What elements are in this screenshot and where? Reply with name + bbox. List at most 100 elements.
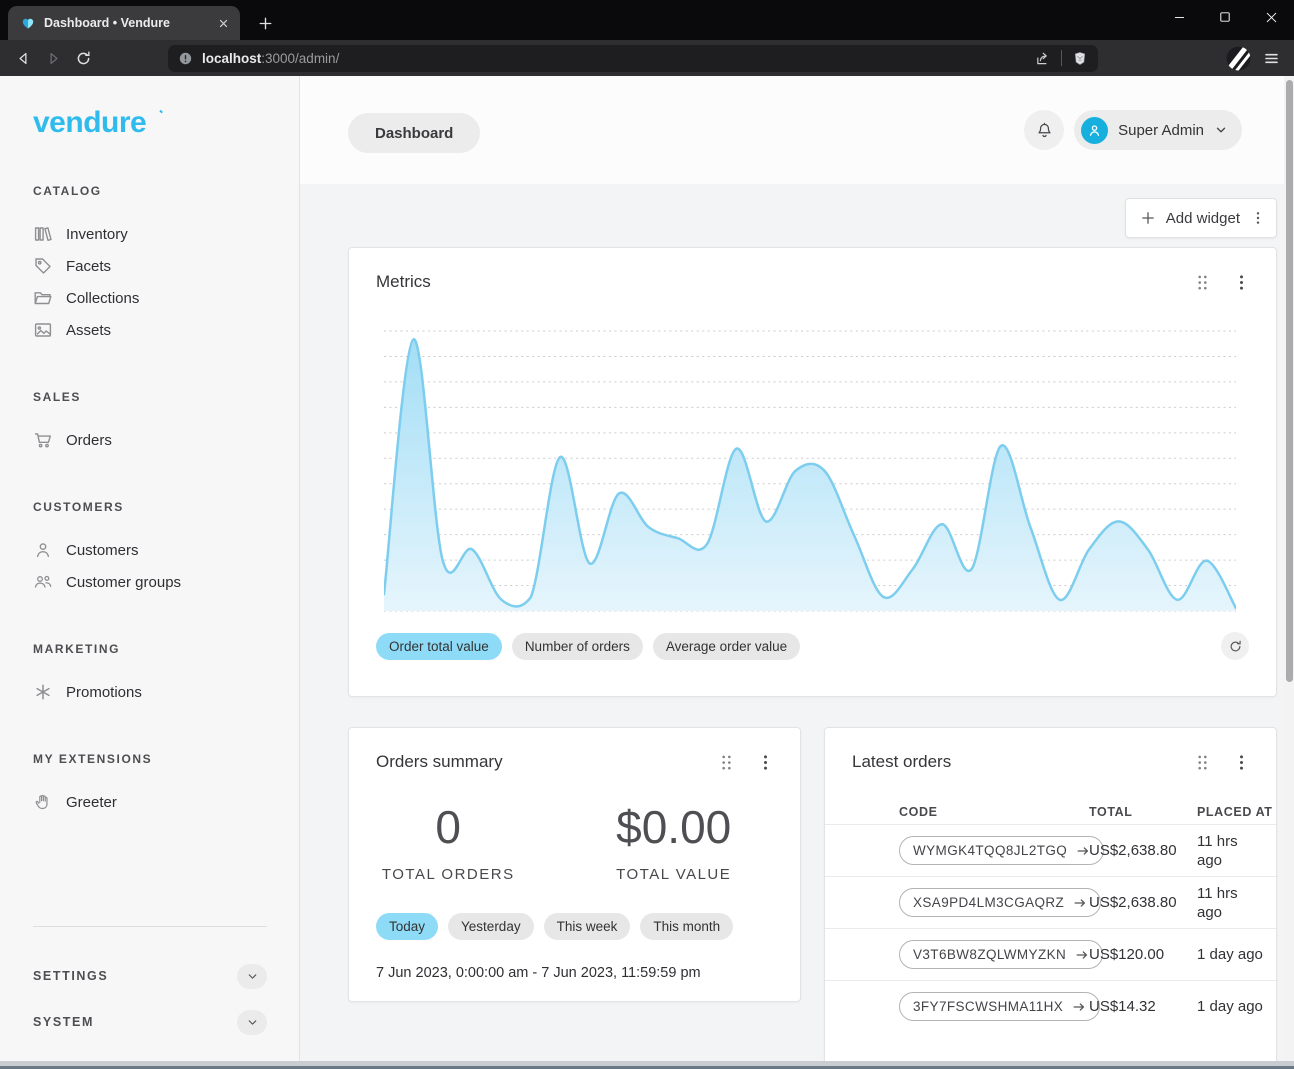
arrow-right-icon xyxy=(1075,948,1089,962)
column-header-code: CODE xyxy=(899,805,1089,819)
url-bar[interactable]: localhost:3000/admin/ xyxy=(168,45,1098,72)
order-total: US$120.00 xyxy=(1089,946,1197,963)
arrow-right-icon xyxy=(1072,1000,1086,1014)
sidebar-item-orders[interactable]: Orders xyxy=(33,424,299,456)
plus-icon xyxy=(1140,210,1156,226)
window-close-button[interactable] xyxy=(1248,0,1294,34)
widget-drag-handle[interactable] xyxy=(1195,754,1210,771)
settings-expand-button[interactable] xyxy=(237,964,267,989)
user-avatar xyxy=(1081,117,1108,144)
add-widget-button[interactable]: Add widget xyxy=(1125,198,1277,238)
user-name: Super Admin xyxy=(1118,122,1204,139)
kebab-menu-icon xyxy=(1234,274,1249,291)
bell-icon xyxy=(1035,121,1054,140)
sidebar-item-label: Assets xyxy=(66,322,111,339)
sidebar-item-assets[interactable]: Assets xyxy=(33,314,299,346)
sidebar-item-inventory[interactable]: Inventory xyxy=(33,218,299,250)
main-area: Dashboard Super Admin xyxy=(300,76,1294,1061)
window-minimize-button[interactable] xyxy=(1156,0,1202,34)
window-maximize-button[interactable] xyxy=(1202,0,1248,34)
page-scrollbar[interactable] xyxy=(1284,76,1294,1061)
sidebar-section-settings: SETTINGS xyxy=(33,953,267,999)
tab-title: Dashboard • Vendure xyxy=(44,16,206,30)
users-icon xyxy=(33,572,53,592)
order-total: US$14.32 xyxy=(1089,998,1197,1015)
sidebar-item-promotions[interactable]: Promotions xyxy=(33,676,299,708)
url-host: localhost xyxy=(202,51,261,66)
total-value-value: $0.00 xyxy=(547,800,800,854)
page-title[interactable]: Dashboard xyxy=(348,113,480,153)
order-code-link[interactable]: XSA9PD4LM3CGAQRZ xyxy=(899,888,1101,917)
total-value-stat: $0.00 TOTAL VALUE xyxy=(547,800,800,883)
kebab-menu-icon xyxy=(1234,754,1249,771)
window-controls xyxy=(1156,0,1294,34)
kebab-menu-icon[interactable] xyxy=(1250,210,1266,226)
browser-tab[interactable]: Dashboard • Vendure xyxy=(8,6,240,40)
system-expand-button[interactable] xyxy=(237,1010,267,1035)
window-bottom-edge xyxy=(0,1061,1294,1069)
range-this-week[interactable]: This week xyxy=(544,913,631,940)
dashboard-content: Add widget Metrics xyxy=(300,184,1294,1061)
latest-orders-widget: Latest orders xyxy=(824,727,1277,1061)
order-placed-at: 11 hrs ago xyxy=(1197,832,1276,870)
header-actions: Super Admin xyxy=(1024,110,1242,150)
tab-close-icon[interactable] xyxy=(214,14,232,32)
tab-average-order-value[interactable]: Average order value xyxy=(653,633,800,660)
sidebar-section-system: SYSTEM xyxy=(33,999,267,1045)
user-menu[interactable]: Super Admin xyxy=(1074,110,1242,150)
logo-tick-icon xyxy=(159,106,167,115)
total-orders-stat: 0 TOTAL ORDERS xyxy=(349,800,547,883)
widget-drag-handle[interactable] xyxy=(1195,274,1210,291)
widget-drag-handle[interactable] xyxy=(719,754,734,771)
table-row: WYMGK4TQQ8JL2TGQ US$2,638.80 11 hrs ago xyxy=(825,824,1276,876)
add-widget-label: Add widget xyxy=(1166,210,1240,227)
order-code-link[interactable]: 3FY7FSCWSHMA11HX xyxy=(899,992,1100,1021)
sidebar-item-customers[interactable]: Customers xyxy=(33,534,299,566)
total-orders-label: TOTAL ORDERS xyxy=(349,866,547,883)
column-header-total: TOTAL xyxy=(1089,805,1197,819)
sidebar-item-facets[interactable]: Facets xyxy=(33,250,299,282)
new-tab-button[interactable] xyxy=(250,8,280,38)
range-this-month[interactable]: This month xyxy=(640,913,733,940)
metric-tabs: Order total value Number of orders Avera… xyxy=(376,633,800,660)
refresh-icon xyxy=(1228,639,1243,654)
sidebar-item-collections[interactable]: Collections xyxy=(33,282,299,314)
user-icon xyxy=(33,540,53,560)
range-today[interactable]: Today xyxy=(376,913,438,940)
menu-hamburger-icon[interactable] xyxy=(1263,50,1280,67)
widget-menu-button[interactable] xyxy=(758,754,773,771)
order-code-link[interactable]: V3T6BW8ZQLWMYZKN xyxy=(899,940,1103,969)
widget-menu-button[interactable] xyxy=(1234,754,1249,771)
section-heading-customers: CUSTOMERS xyxy=(33,500,299,514)
order-code: XSA9PD4LM3CGAQRZ xyxy=(913,895,1064,910)
vendure-favicon-heart-icon xyxy=(20,15,36,31)
sidebar-item-label: Inventory xyxy=(66,226,128,243)
inventory-icon xyxy=(33,224,53,244)
order-code: V3T6BW8ZQLWMYZKN xyxy=(913,947,1066,962)
share-icon[interactable] xyxy=(1034,50,1051,67)
refresh-button[interactable] xyxy=(1221,632,1249,660)
range-yesterday[interactable]: Yesterday xyxy=(448,913,534,940)
tab-order-total-value[interactable]: Order total value xyxy=(376,633,502,660)
sidebar-item-customer-groups[interactable]: Customer groups xyxy=(33,566,299,598)
forward-button[interactable] xyxy=(38,43,68,73)
asterisk-icon xyxy=(33,682,53,702)
chevron-down-icon xyxy=(1214,123,1228,137)
reload-button[interactable] xyxy=(68,43,98,73)
tab-number-of-orders[interactable]: Number of orders xyxy=(512,633,643,660)
back-button[interactable] xyxy=(8,43,38,73)
notifications-button[interactable] xyxy=(1024,110,1064,150)
toolbar-separator xyxy=(1061,50,1062,66)
vendure-logo: vendure xyxy=(33,106,163,140)
site-info-icon[interactable] xyxy=(178,51,193,66)
browser-profile-avatar[interactable] xyxy=(1226,46,1251,71)
urlbar-actions xyxy=(1034,50,1088,67)
metrics-chart-area xyxy=(384,330,1236,612)
order-code-link[interactable]: WYMGK4TQQ8JL2TGQ xyxy=(899,836,1104,865)
widget-menu-button[interactable] xyxy=(1234,274,1249,291)
browser-toolbar: localhost:3000/admin/ xyxy=(0,40,1294,76)
sidebar-item-greeter[interactable]: Greeter xyxy=(33,786,299,818)
url-path: :3000/admin/ xyxy=(261,51,339,66)
scrollbar-thumb[interactable] xyxy=(1286,80,1293,682)
brave-shield-icon[interactable] xyxy=(1072,50,1088,67)
